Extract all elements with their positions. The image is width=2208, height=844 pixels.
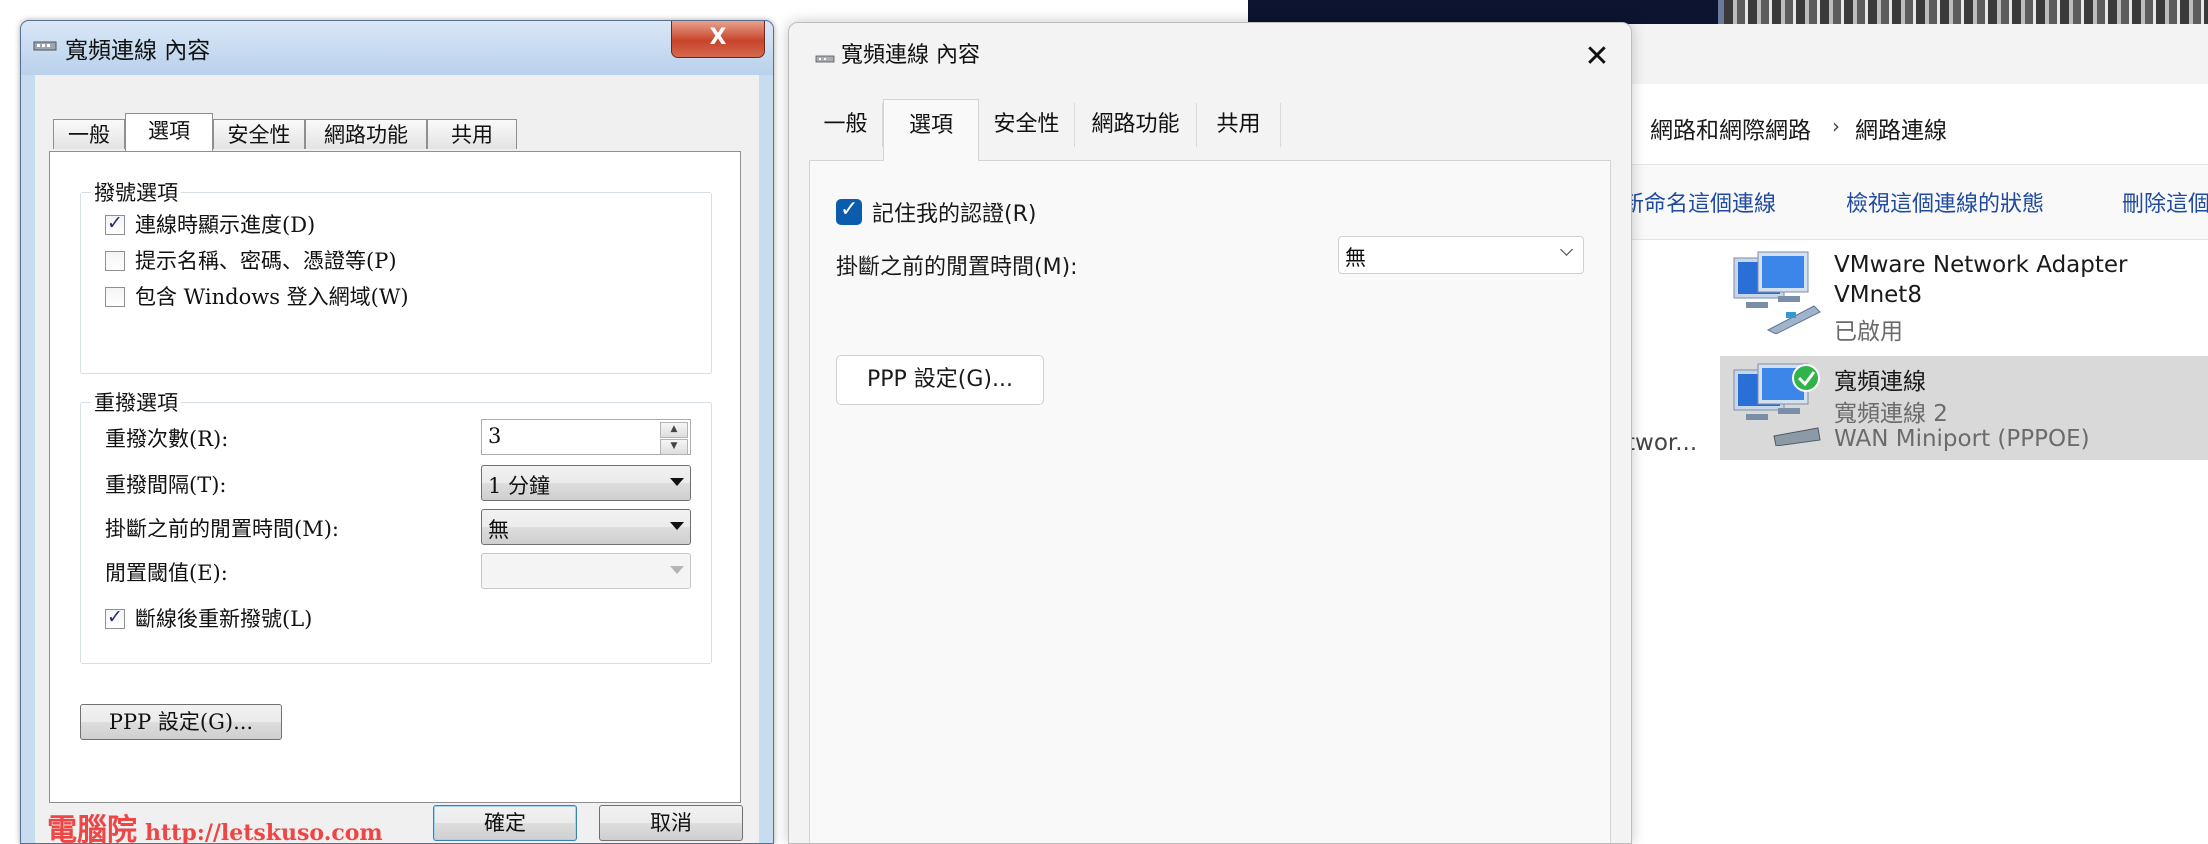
connection-name: VMware Network Adapter <box>1834 252 2128 278</box>
connection-status: 寬頻連線 2 <box>1834 401 1948 427</box>
window-title: 寬頻連線 內容 <box>841 43 980 68</box>
idle-time-select[interactable]: 無 <box>1338 236 1584 274</box>
watermark-brand: 電腦院 <box>47 813 137 844</box>
win11-titlebar[interactable]: 寬頻連線 內容 ✕ <box>789 23 1631 99</box>
checkbox-label: 斷線後重新撥號(L) <box>135 607 313 631</box>
broadband-small-icon <box>33 41 57 51</box>
idle-threshold-label: 閒置閾值(E): <box>105 561 228 585</box>
checkbox-label: 包含 Windows 登入網域(W) <box>135 285 409 309</box>
connection-device: WAN Miniport (PPPOE) <box>1834 426 2090 452</box>
tab-options[interactable]: 選項 <box>883 99 979 161</box>
tab-sharing[interactable]: 共用 <box>427 119 517 149</box>
ppp-settings-button[interactable]: PPP 設定(G)... <box>80 704 282 740</box>
options-panel: ✓ 記住我的認證(R) 掛斷之前的閒置時間(M): 無 PPP 設定(G)... <box>809 160 1611 843</box>
idle-threshold-select <box>481 553 691 589</box>
redial-attempts-label: 重撥次數(R): <box>105 427 229 451</box>
win7-dialog-body: 一般 選項 安全性 網路功能 共用 撥號選項 ✓ 連線時顯示進度(D) 提示名稱… <box>35 75 759 843</box>
checkbox-label: 提示名稱、密碼、憑證等(P) <box>135 249 397 273</box>
dropdown-arrow-icon <box>670 566 684 574</box>
command-bar: 新命名這個連線 檢視這個連線的狀態 刪除這個 <box>1560 165 2208 240</box>
selected-value: 無 <box>488 518 509 542</box>
check-icon: ✓ <box>840 197 859 222</box>
close-icon: ✕ <box>1584 39 1610 74</box>
selected-value: 1 分鐘 <box>488 474 551 498</box>
check-icon: ✓ <box>107 212 123 234</box>
tab-security[interactable]: 安全性 <box>979 103 1075 147</box>
spin-down-icon[interactable]: ▼ <box>660 439 688 455</box>
ppp-settings-button[interactable]: PPP 設定(G)... <box>836 355 1044 405</box>
redial-attempts-spinner[interactable]: 3 ▲ ▼ <box>481 419 691 455</box>
dropdown-arrow-icon <box>670 522 684 530</box>
tab-networking[interactable]: 網路功能 <box>305 119 427 149</box>
tab-networking[interactable]: 網路功能 <box>1075 103 1197 147</box>
tab-general[interactable]: 一般 <box>809 103 883 147</box>
tab-options[interactable]: 選項 <box>125 113 213 151</box>
connection-name: 寬頻連線 <box>1834 369 1926 395</box>
delete-connection-command[interactable]: 刪除這個 <box>2122 186 2208 218</box>
prompt-credentials-checkbox[interactable] <box>105 251 125 271</box>
remember-credentials-label: 記住我的認證(R) <box>872 202 1037 227</box>
broadband-connected-icon <box>1733 363 1821 446</box>
win7-titlebar[interactable]: 寬頻連線 內容 X <box>21 21 773 75</box>
idle-time-label: 掛斷之前的閒置時間(M): <box>836 255 1078 280</box>
show-progress-checkbox[interactable]: ✓ <box>105 212 125 235</box>
breadcrumb-network-internet[interactable]: 網路和網際網路 <box>1650 111 1811 145</box>
breadcrumb-network-connections[interactable]: 網路連線 <box>1855 111 1947 145</box>
address-bar[interactable]: › 網路和網際網路 › 網路連線 <box>1560 84 2208 165</box>
dropdown-arrow-icon <box>670 478 684 486</box>
idle-time-label: 掛斷之前的閒置時間(M): <box>105 517 339 541</box>
background-desktop-strip <box>1248 0 2208 24</box>
network-adapter-icon <box>1733 251 1821 334</box>
watermark-url: http://letskuso.com <box>145 820 383 844</box>
breadcrumb-chevron-icon: › <box>1832 114 1840 138</box>
redial-interval-select[interactable]: 1 分鐘 <box>481 465 691 501</box>
redial-interval-label: 重撥間隔(T): <box>105 473 227 497</box>
chevron-down-icon <box>1560 243 1573 256</box>
spin-up-icon[interactable]: ▲ <box>660 422 688 438</box>
check-icon: ✓ <box>107 606 123 628</box>
connection-item-vmnet8[interactable]: VMware Network Adapter VMnet8 已啟用 <box>1720 244 2208 345</box>
view-status-command[interactable]: 檢視這個連線的狀態 <box>1846 186 2044 218</box>
group-title: 重撥選項 <box>91 387 181 417</box>
close-button[interactable]: ✕ <box>1575 35 1619 79</box>
redial-options-group: 重撥選項 重撥次數(R): 3 ▲ ▼ 重撥間隔(T): 1 分鐘 掛斷之前的閒… <box>80 387 712 664</box>
idle-time-select[interactable]: 無 <box>481 509 691 545</box>
group-title: 撥號選項 <box>91 177 181 207</box>
rename-connection-command[interactable]: 新命名這個連線 <box>1622 186 1776 218</box>
truncated-connection-label[interactable]: twor... <box>1626 430 1697 456</box>
spinner-buttons[interactable]: ▲ ▼ <box>660 422 688 455</box>
window-title: 寬頻連線 內容 <box>65 38 211 64</box>
tab-general[interactable]: 一般 <box>53 119 125 149</box>
connection-status: 已啟用 <box>1834 319 1903 345</box>
redial-attempts-value: 3 <box>488 424 502 448</box>
remember-credentials-checkbox[interactable]: ✓ <box>836 197 862 225</box>
connection-item-broadband[interactable]: 寬頻連線 寬頻連線 2 WAN Miniport (PPPOE) <box>1720 356 2208 460</box>
dialing-options-group: 撥號選項 ✓ 連線時顯示進度(D) 提示名稱、密碼、憑證等(P) 包含 Wind… <box>80 177 712 374</box>
broadband-small-icon <box>815 55 835 63</box>
watermark: 電腦院 http://letskuso.com <box>47 805 383 844</box>
win7-properties-dialog: 寬頻連線 內容 X 一般 選項 安全性 網路功能 共用 撥號選項 ✓ 連線時顯示… <box>20 20 774 844</box>
checkbox-label: 連線時顯示進度(D) <box>135 213 316 237</box>
include-windows-domain-checkbox[interactable] <box>105 287 125 307</box>
tab-sharing[interactable]: 共用 <box>1197 103 1281 147</box>
cancel-button[interactable]: 取消 <box>599 805 743 841</box>
ok-button[interactable]: 確定 <box>433 805 577 841</box>
selected-value: 無 <box>1345 246 1366 270</box>
redial-on-drop-checkbox[interactable]: ✓ <box>105 606 125 629</box>
close-icon: X <box>709 25 727 50</box>
close-button[interactable]: X <box>671 21 765 58</box>
connection-name-line2: VMnet8 <box>1834 282 1922 308</box>
win11-properties-dialog: 寬頻連線 內容 ✕ 一般 選項 安全性 網路功能 共用 ✓ 記住我的認證(R) … <box>788 22 1632 844</box>
options-panel: 撥號選項 ✓ 連線時顯示進度(D) 提示名稱、密碼、憑證等(P) 包含 Wind… <box>49 151 741 803</box>
tab-security[interactable]: 安全性 <box>213 119 305 149</box>
